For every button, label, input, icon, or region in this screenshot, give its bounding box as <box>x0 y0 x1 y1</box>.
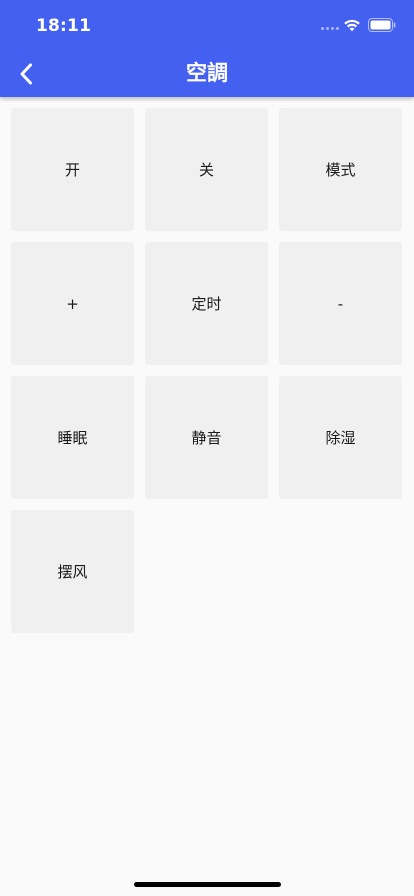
temperature-up-button[interactable]: + <box>11 242 134 365</box>
status-bar: 18:11 <box>0 0 414 50</box>
temperature-down-button[interactable]: - <box>279 242 402 365</box>
battery-icon <box>368 18 396 32</box>
swing-button[interactable]: 摆风 <box>11 510 134 633</box>
wifi-icon <box>344 19 360 32</box>
dehumidify-button[interactable]: 除湿 <box>279 376 402 499</box>
timer-button[interactable]: 定时 <box>145 242 268 365</box>
home-indicator[interactable] <box>134 882 281 887</box>
sleep-button[interactable]: 睡眠 <box>11 376 134 499</box>
power-on-button[interactable]: 开 <box>11 108 134 231</box>
control-grid: 开 关 模式 + 定时 - 睡眠 静音 除湿 摆风 <box>11 108 404 633</box>
phone-screen: 18:11 空調 开 关 模式 + 定时 - 睡眠 静音 除湿 摆风 <box>0 0 414 896</box>
mode-button[interactable]: 模式 <box>279 108 402 231</box>
signal-icon <box>321 27 341 33</box>
power-off-button[interactable]: 关 <box>145 108 268 231</box>
page-title: 空調 <box>186 61 228 85</box>
mute-button[interactable]: 静音 <box>145 376 268 499</box>
app-bar: 18:11 空調 <box>0 0 414 97</box>
status-time: 18:11 <box>36 16 92 36</box>
